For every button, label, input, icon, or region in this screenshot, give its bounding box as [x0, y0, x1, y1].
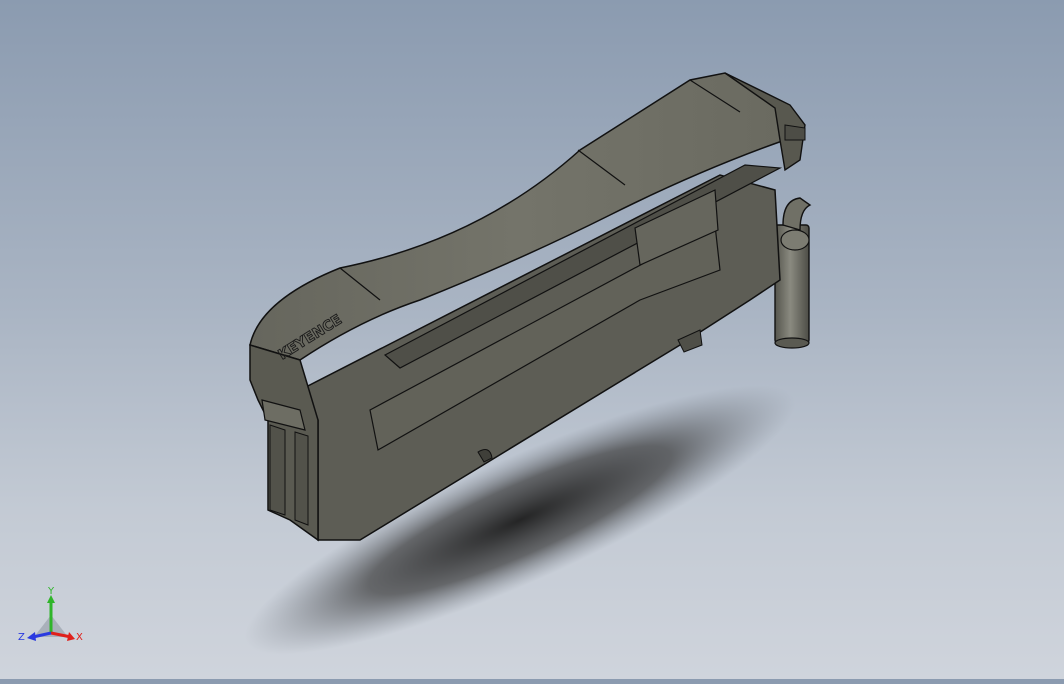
graphics-viewport[interactable]: KEYENCE [0, 0, 1064, 679]
z-axis-label: Z [18, 632, 25, 643]
x-axis-label: X [76, 632, 83, 643]
model-view: KEYENCE [244, 72, 812, 655]
reference-triad: Y X Z [16, 585, 86, 650]
y-axis-label: Y [47, 586, 55, 597]
